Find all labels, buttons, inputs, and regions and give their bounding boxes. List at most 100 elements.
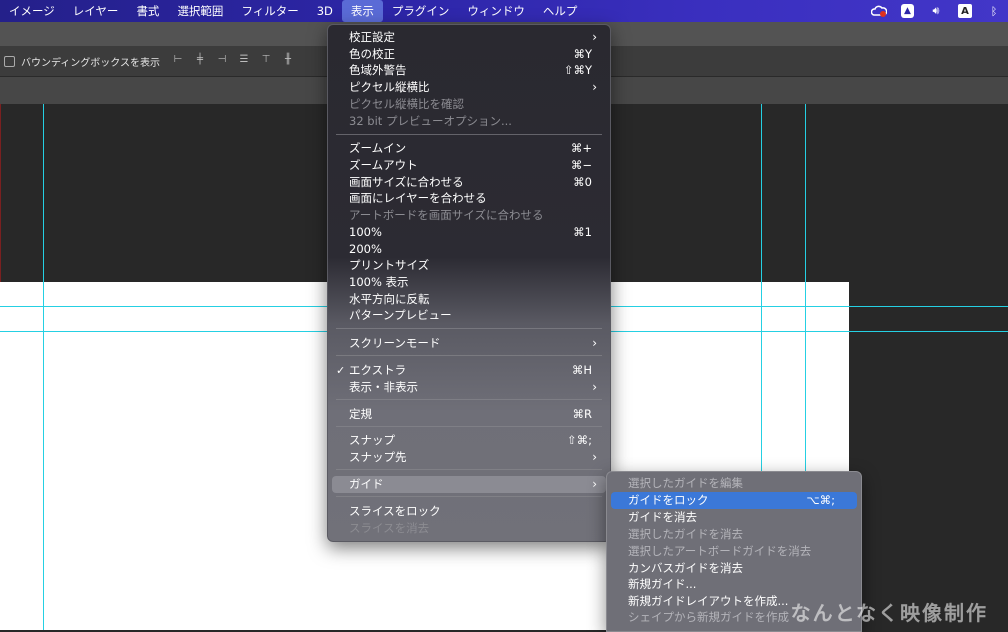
menu-item-shortcut: ⌘+ [570, 141, 592, 155]
menu-item-shortcut: ⇧⌘; [566, 433, 592, 447]
menu-item-label: 色の校正 [349, 47, 395, 61]
menu-item-label: パターンプレビュー [349, 308, 452, 322]
bluetooth-icon[interactable]: ᛒ [986, 3, 1002, 19]
menu-item-label: 新規ガイドレイアウトを作成... [628, 594, 789, 608]
menu-separator [336, 399, 602, 400]
input-source-icon[interactable]: A [958, 4, 972, 18]
align-right-icon[interactable]: ⊣ [216, 54, 228, 66]
menu-select[interactable]: 選択範囲 [168, 0, 232, 22]
menu-separator [336, 355, 602, 356]
chevron-right-icon: › [592, 30, 597, 44]
menu-item-label: 100% [349, 225, 382, 239]
menu-item-label: プリントサイズ [349, 258, 430, 272]
menu-separator [336, 469, 602, 470]
view-menu-item[interactable]: 定規 ⌘R [332, 406, 606, 423]
view-menu-item[interactable]: 水平方向に反転 [332, 291, 606, 308]
view-menu-item[interactable]: スクリーンモード › [332, 335, 606, 352]
menu-item-label: ガイドをロック [628, 493, 709, 507]
menu-item-label: 100% 表示 [349, 275, 409, 289]
menu-item-label: 定規 [349, 407, 372, 421]
status-icons: ▲ 🔊︎ A ᛒ [871, 0, 1002, 22]
view-menu-item[interactable]: 画面サイズに合わせる ⌘0 [332, 174, 606, 191]
menu-separator [336, 328, 602, 329]
menu-type[interactable]: 書式 [127, 0, 168, 22]
menu-item-label: スクリーンモード [349, 336, 441, 350]
menu-item-label: ピクセル縦横比を確認 [349, 97, 464, 111]
menu-item-label: 校正設定 [349, 30, 395, 44]
menu-window[interactable]: ウィンドウ [458, 0, 534, 22]
menu-item-label: 画面サイズに合わせる [349, 175, 464, 189]
bounding-box-checkbox[interactable] [4, 56, 15, 67]
menu-item-label: 選択したガイドを編集 [628, 476, 743, 490]
view-menu-item[interactable]: プリントサイズ [332, 257, 606, 274]
guide-submenu-item[interactable]: ガイドを消去 [611, 509, 857, 526]
view-menu-item[interactable]: ガイド › [332, 476, 606, 493]
menu-item-shortcut: ⌘R [572, 407, 593, 421]
view-menu-item: アートボードを画面サイズに合わせる [332, 207, 606, 224]
view-menu-item[interactable]: 画面にレイヤーを合わせる [332, 190, 606, 207]
menu-item-shortcut: ⌘Y [573, 47, 592, 61]
menu-image[interactable]: イメージ [0, 0, 64, 22]
creative-cloud-icon[interactable] [871, 3, 887, 19]
view-menu-item[interactable]: 校正設定 › [332, 29, 606, 46]
view-menu-item[interactable]: ズームイン ⌘+ [332, 140, 606, 157]
menu-item-label: エクストラ [349, 363, 407, 377]
view-menu-item[interactable]: 200% [332, 241, 606, 258]
align-top-icon[interactable]: ⊤ [260, 54, 272, 66]
view-menu-item[interactable]: ✓ エクストラ ⌘H [332, 362, 606, 379]
view-menu-item[interactable]: 100% 表示 [332, 274, 606, 291]
align-middle-v-icon[interactable]: ╫ [282, 54, 294, 66]
menu-item-label: 画面にレイヤーを合わせる [349, 191, 487, 205]
menu-item-label: スナップ [349, 433, 395, 447]
guide-submenu-item[interactable]: 新規ガイド... [611, 576, 857, 593]
view-menu-item[interactable]: スナップ先 › [332, 449, 606, 466]
menu-layer[interactable]: レイヤー [64, 0, 128, 22]
view-menu-item[interactable]: スナップ ⇧⌘; [332, 432, 606, 449]
view-menu-item[interactable]: スライスをロック [332, 503, 606, 520]
view-menu-item[interactable]: 100% ⌘1 [332, 224, 606, 241]
guide-vertical[interactable] [43, 104, 44, 630]
guide-submenu-item: 選択したガイドを消去 [611, 526, 857, 543]
view-menu-item[interactable]: 色域外警告 ⇧⌘Y [332, 62, 606, 79]
menu-item-shortcut: ⌘− [570, 158, 592, 172]
menu-plugins[interactable]: プラグイン [383, 0, 459, 22]
guide-submenu-item[interactable]: カンバスガイドを消去 [611, 560, 857, 577]
menu-item-label: シェイプから新規ガイドを作成 [628, 610, 789, 624]
chevron-right-icon: › [592, 80, 597, 94]
menu-filter[interactable]: フィルター [232, 0, 307, 22]
artboard-edge [0, 104, 1, 282]
chevron-right-icon: › [592, 477, 597, 491]
menu-item-label: ズームイン [349, 141, 407, 155]
menu-view[interactable]: 表示 [341, 0, 383, 22]
view-menu-item[interactable]: ズームアウト ⌘− [332, 157, 606, 174]
distribute-icon[interactable]: ☰ [238, 54, 250, 66]
view-menu-item[interactable]: 色の校正 ⌘Y [332, 46, 606, 63]
menu-item-shortcut: ⌥⌘; [806, 493, 835, 507]
menu-item-label: 選択したアートボードガイドを消去 [628, 544, 812, 558]
shield-app-icon[interactable]: ▲ [901, 4, 914, 18]
menu-item-shortcut: ⌘0 [573, 175, 592, 189]
menubar: イメージ レイヤー 書式 選択範囲 フィルター 3D 表示 プラグイン ウィンド… [0, 0, 1008, 22]
view-menu-dropdown: 校正設定 › 色の校正 ⌘Y 色域外警告 ⇧⌘Y ピクセル縦横比 › ピクセル縦横比を確認 32 … [327, 24, 611, 542]
menu-item-label: カンバスガイドを消去 [628, 561, 743, 575]
view-menu-item[interactable]: 表示・非表示 › [332, 379, 606, 396]
volume-icon[interactable]: 🔊︎ [928, 3, 944, 19]
menu-item-shortcut: ⇧⌘Y [563, 63, 592, 77]
guide-submenu-item: 選択したガイドを編集 [611, 475, 857, 492]
menu-item-label: ピクセル縦横比 [349, 80, 430, 94]
guide-submenu-item: 選択したアートボードガイドを消去 [611, 543, 857, 560]
view-menu-item: スライスを消去 [332, 520, 606, 537]
chevron-right-icon: › [592, 380, 597, 394]
menu-3d[interactable]: 3D [308, 0, 342, 22]
align-left-icon[interactable]: ⊢ [172, 54, 184, 66]
view-menu-item[interactable]: ピクセル縦横比 › [332, 79, 606, 96]
menu-item-shortcut: ⌘1 [573, 225, 592, 239]
guide-submenu-item[interactable]: ガイドをロック ⌥⌘; [611, 492, 857, 509]
menu-separator [336, 134, 602, 135]
align-center-h-icon[interactable]: ╪ [194, 54, 206, 66]
menu-item-label: 水平方向に反転 [349, 292, 430, 306]
menu-help[interactable]: ヘルプ [534, 0, 587, 22]
menu-item-label: スナップ先 [349, 450, 407, 464]
view-menu-item[interactable]: パターンプレビュー [332, 307, 606, 324]
menu-item-label: 200% [349, 242, 382, 256]
